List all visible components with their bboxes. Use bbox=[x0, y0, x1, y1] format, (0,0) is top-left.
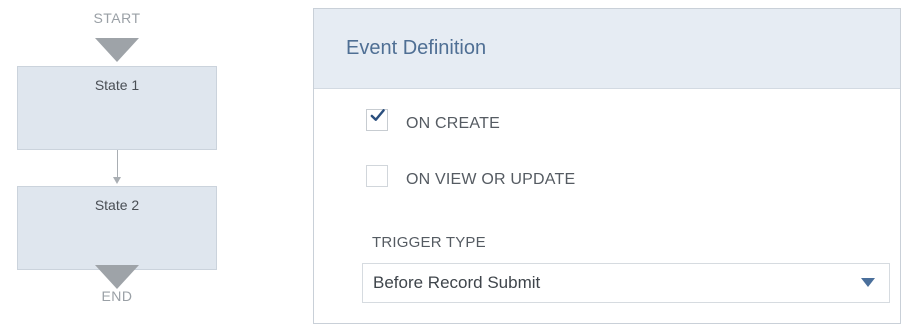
checkmark-icon bbox=[370, 109, 385, 121]
state-1-label: State 1 bbox=[94, 77, 140, 93]
panel-title: Event Definition bbox=[346, 37, 487, 59]
trigger-type-label: TRIGGER TYPE bbox=[372, 234, 486, 251]
state-2-label: State 2 bbox=[94, 197, 140, 213]
panel-header: Event Definition bbox=[314, 9, 900, 89]
on-view-or-update-label: ON VIEW OR UPDATE bbox=[406, 171, 576, 188]
event-definition-panel: Event Definition ON CREATE ON VIEW OR UP… bbox=[313, 8, 901, 324]
transition-arrow-icon bbox=[113, 177, 121, 184]
start-label: START bbox=[93, 10, 141, 26]
transition-line bbox=[117, 150, 118, 180]
on-create-option[interactable]: ON CREATE bbox=[366, 107, 500, 133]
chevron-down-icon[interactable] bbox=[861, 278, 875, 287]
start-marker-icon bbox=[95, 38, 139, 62]
on-create-checkbox[interactable] bbox=[366, 109, 388, 131]
state-1-box[interactable]: State 1 bbox=[17, 66, 217, 150]
state-2-box[interactable]: State 2 bbox=[17, 186, 217, 270]
end-marker-icon bbox=[95, 265, 139, 289]
on-view-or-update-checkbox[interactable] bbox=[366, 165, 388, 187]
workflow-editor: START State 1 State 2 END Event Definiti… bbox=[0, 0, 902, 324]
on-view-or-update-option[interactable]: ON VIEW OR UPDATE bbox=[366, 163, 575, 189]
on-create-label: ON CREATE bbox=[406, 115, 500, 132]
trigger-type-select[interactable]: Before Record Submit bbox=[362, 263, 890, 303]
end-label: END bbox=[101, 288, 133, 304]
trigger-type-value: Before Record Submit bbox=[373, 273, 541, 292]
